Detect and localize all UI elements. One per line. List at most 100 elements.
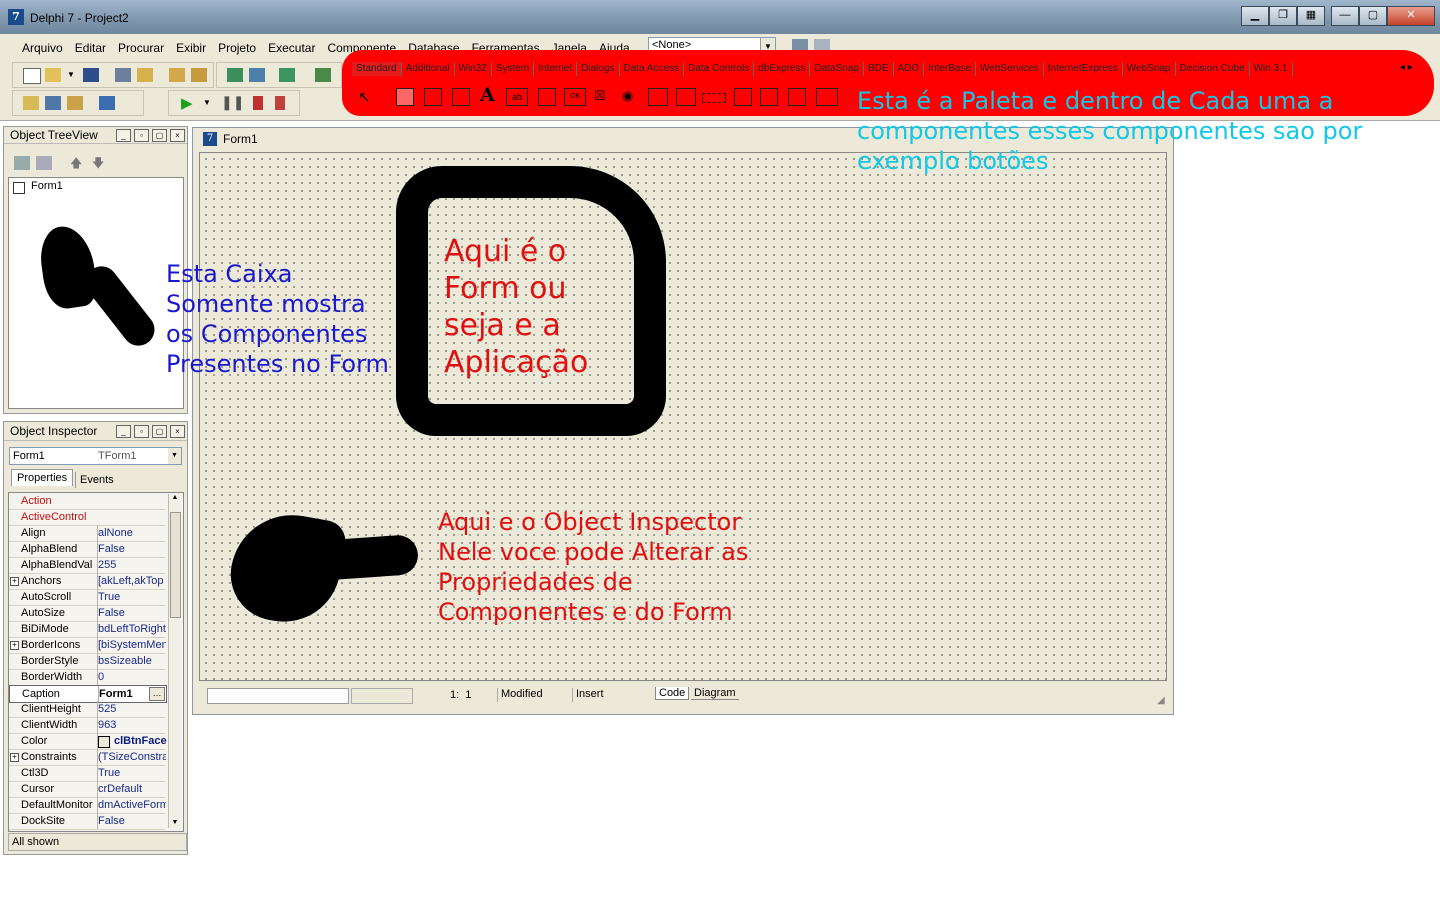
toggle-form-unit-icon[interactable] [279, 68, 295, 82]
property-row[interactable]: ClientWidth 963 [9, 717, 165, 734]
menu-item[interactable]: Editar [69, 39, 112, 57]
palette-tab[interactable]: Win32 [455, 62, 492, 76]
palette-scroll-arrows[interactable]: ◂ ▸ [1400, 62, 1413, 73]
palette-tab[interactable]: Decision Cube [1176, 62, 1250, 76]
property-row[interactable]: Color clBtnFace [9, 733, 167, 750]
open-icon[interactable] [45, 68, 61, 82]
palette-tab[interactable]: Internet [534, 62, 578, 76]
property-row[interactable]: Cursor crDefault [9, 781, 165, 798]
arrow-down-icon[interactable]: 🡇 [92, 154, 104, 175]
listbox-icon[interactable] [648, 88, 668, 106]
palette-tab[interactable]: InterBase [924, 62, 977, 76]
palette-tab[interactable]: WebServices [976, 62, 1044, 76]
maximize-icon[interactable]: ▢ [152, 425, 167, 438]
property-value[interactable]: True [97, 765, 166, 781]
palette-tab[interactable]: WebSnap [1123, 62, 1176, 76]
expand-icon[interactable]: + [10, 641, 19, 650]
palette-tab[interactable]: dbExpress [754, 62, 811, 76]
pointer-icon[interactable]: ↖ [358, 88, 371, 106]
property-row[interactable]: BorderStyle bsSizeable [9, 653, 165, 670]
menu-item[interactable]: Procurar [112, 39, 170, 57]
arrow-up-icon[interactable]: 🡅 [70, 154, 82, 175]
property-value[interactable]: alNone [97, 525, 166, 541]
chevron-down-icon[interactable]: ▼ [169, 819, 181, 826]
menu-item[interactable]: Exibir [170, 39, 212, 57]
property-value[interactable]: crDefault [97, 781, 166, 797]
tab-code[interactable]: Code [655, 687, 690, 700]
property-value[interactable]: True [97, 589, 166, 605]
property-row[interactable]: AutoScroll True [9, 589, 165, 606]
chevron-down-icon[interactable]: ▼ [203, 98, 211, 107]
close-icon[interactable]: × [170, 129, 185, 142]
property-row[interactable]: ActiveControl [9, 509, 165, 526]
property-value[interactable]: False [97, 813, 166, 829]
tab-diagram[interactable]: Diagram [691, 687, 739, 700]
menu-item[interactable]: Executar [262, 39, 321, 57]
chevron-up-icon[interactable]: ▲ [169, 494, 181, 501]
property-row[interactable]: Action [9, 493, 165, 510]
resize-grip[interactable]: ◢ [1157, 695, 1165, 706]
chevron-down-icon[interactable]: ▼ [67, 70, 75, 79]
palette-tab[interactable]: BDE [864, 62, 894, 76]
view-form-icon[interactable] [249, 68, 265, 82]
restore-icon[interactable]: ▫ [134, 425, 149, 438]
minimize-icon[interactable]: _ [116, 129, 131, 142]
combobox-icon[interactable] [676, 88, 696, 106]
delphi-app-icon[interactable]: 7 [8, 9, 24, 25]
menu-item[interactable]: Arquivo [16, 39, 69, 57]
expand-icon[interactable]: + [10, 577, 19, 586]
palette-tab[interactable]: Additional [402, 62, 455, 76]
new-item-icon[interactable] [14, 156, 30, 170]
close-all-button[interactable]: ▦ [1297, 6, 1325, 26]
delete-item-icon[interactable] [36, 156, 52, 170]
property-row[interactable]: AlphaBlend False [9, 541, 165, 558]
expand-icon[interactable]: + [10, 753, 19, 762]
actionlist-icon[interactable] [816, 88, 838, 106]
align-icon[interactable] [45, 96, 61, 110]
property-row[interactable]: + BorderIcons [biSystemMen [9, 637, 166, 654]
maximize-button[interactable]: ▢ [1359, 6, 1387, 26]
chevron-down-icon[interactable]: ▼ [168, 448, 181, 464]
property-value[interactable]: bsSizeable [97, 653, 166, 669]
close-icon[interactable]: × [170, 425, 185, 438]
palette-tab[interactable]: Data Access [620, 62, 685, 76]
object-selector[interactable]: Form1 TForm1 ▼ [9, 447, 182, 465]
popup-menu-icon[interactable] [452, 88, 470, 106]
window-list-icon[interactable] [99, 96, 115, 110]
add-file-icon[interactable] [169, 68, 185, 82]
edit-icon[interactable]: ab [506, 88, 528, 106]
property-value[interactable]: [biSystemMen [97, 637, 166, 653]
property-row[interactable]: AutoSize False [9, 605, 165, 622]
property-row[interactable]: Align alNone [9, 525, 165, 542]
save-icon[interactable] [83, 68, 99, 82]
menu-item[interactable]: Projeto [212, 39, 262, 57]
tab-events[interactable]: Events [75, 472, 118, 488]
save-all-icon[interactable] [115, 68, 131, 82]
close-button[interactable]: ✕ [1387, 6, 1435, 26]
new-form-icon[interactable] [315, 68, 331, 82]
scrollbar-icon[interactable] [702, 93, 726, 103]
minimize-all-button[interactable]: ▁ [1241, 6, 1269, 26]
remove-file-icon[interactable] [191, 68, 207, 82]
property-row[interactable]: BorderWidth 0 [9, 669, 165, 686]
minimize-icon[interactable]: _ [116, 425, 131, 438]
property-value[interactable]: bdLeftToRight [97, 621, 166, 637]
trace-into-icon[interactable] [253, 96, 263, 110]
palette-tab[interactable]: Standard [352, 62, 402, 76]
property-row[interactable]: DefaultMonitor dmActiveForm [9, 797, 166, 814]
radio-button-icon[interactable]: ◉ [622, 88, 633, 104]
button-icon[interactable]: OK [564, 88, 586, 106]
checkbox-icon[interactable]: ☒ [594, 88, 606, 104]
property-row[interactable]: DockSite False [9, 813, 165, 830]
property-row[interactable]: + Constraints (TSizeConstra [9, 749, 166, 766]
open-project-icon[interactable] [137, 68, 153, 82]
memo-icon[interactable] [538, 88, 556, 106]
property-value[interactable]: 525 [97, 701, 166, 717]
restore-all-button[interactable]: ❐ [1269, 6, 1297, 26]
ellipsis-button[interactable]: … [149, 687, 165, 701]
pause-icon[interactable]: ❚❚ [221, 94, 244, 111]
groupbox-icon[interactable] [734, 88, 752, 106]
palette-tab[interactable]: Data Controls [684, 62, 755, 76]
property-row[interactable]: ClientHeight 525 [9, 701, 165, 718]
view-unit-icon[interactable] [227, 68, 243, 82]
